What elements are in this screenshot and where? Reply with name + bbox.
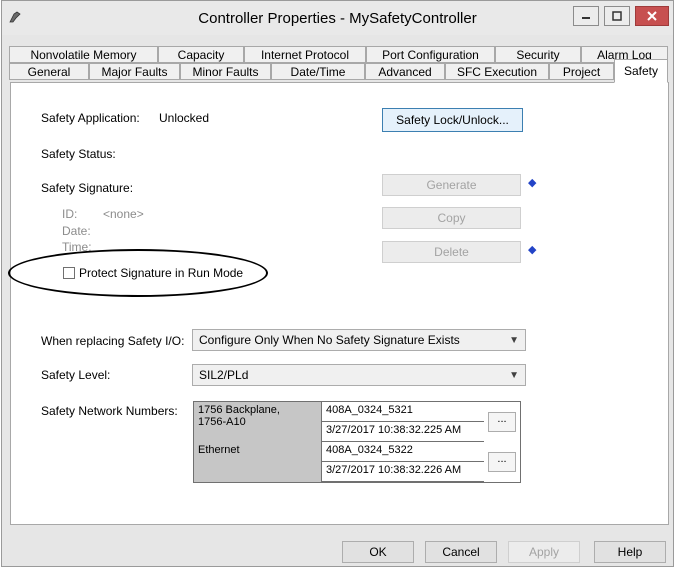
generate-button[interactable]: Generate [382, 174, 521, 196]
snn-timestamp-2: 3/27/2017 10:38:32.226 AM [321, 462, 484, 482]
replacing-safety-io-value: Configure Only When No Safety Signature … [199, 333, 460, 347]
tab-minor-faults[interactable]: Minor Faults [180, 63, 271, 80]
tab-project[interactable]: Project [549, 63, 614, 80]
close-icon [647, 11, 657, 21]
replacing-safety-io-select[interactable]: Configure Only When No Safety Signature … [192, 329, 526, 351]
tab-port-configuration[interactable]: Port Configuration [366, 46, 495, 63]
minimize-button[interactable] [573, 6, 599, 26]
chevron-down-icon: ▼ [509, 370, 519, 381]
safety-level-value: SIL2/PLd [199, 368, 249, 382]
replacing-safety-io-label: When replacing Safety I/O: [41, 334, 185, 348]
signature-date-label: Date: [62, 224, 91, 238]
signature-id-value: <none> [103, 207, 144, 221]
maximize-icon [612, 11, 622, 21]
controller-properties-window: Controller Properties - MySafetyControll… [1, 0, 674, 567]
close-button[interactable] [635, 6, 669, 26]
tab-date-time[interactable]: Date/Time [271, 63, 365, 80]
tab-capacity[interactable]: Capacity [158, 46, 244, 63]
tab-sfc-execution[interactable]: SFC Execution [445, 63, 549, 80]
snn-network-2: Ethernet [194, 442, 321, 482]
safety-level-select[interactable]: SIL2/PLd ▼ [192, 364, 526, 386]
tab-safety[interactable]: Safety [614, 59, 668, 83]
safety-level-label: Safety Level: [41, 368, 111, 382]
ok-button[interactable]: OK [342, 541, 414, 563]
delete-button[interactable]: Delete [382, 241, 521, 263]
apply-button[interactable]: Apply [508, 541, 580, 563]
minimize-icon [582, 17, 590, 19]
tab-security[interactable]: Security [495, 46, 581, 63]
delete-arrow-icon: ◆ [528, 244, 537, 256]
tab-internet-protocol[interactable]: Internet Protocol [244, 46, 366, 63]
highlight-ellipse [8, 249, 268, 297]
cancel-button[interactable]: Cancel [425, 541, 497, 563]
snn-browse-button-1[interactable]: ... [488, 412, 516, 432]
safety-signature-label: Safety Signature: [41, 181, 134, 195]
chevron-down-icon: ▼ [509, 335, 519, 346]
tab-nonvolatile-memory[interactable]: Nonvolatile Memory [9, 46, 158, 63]
tab-advanced[interactable]: Advanced [365, 63, 445, 80]
snn-network-1: 1756 Backplane, 1756-A10 [194, 402, 321, 442]
safety-application-label: Safety Application: [41, 111, 140, 125]
tab-major-faults[interactable]: Major Faults [89, 63, 180, 80]
snn-browse-button-2[interactable]: ... [488, 452, 516, 472]
safety-network-numbers-label: Safety Network Numbers: [41, 404, 178, 418]
snn-number-2[interactable]: 408A_0324_5322 [321, 442, 484, 462]
help-button[interactable]: Help [594, 541, 666, 563]
maximize-button[interactable] [604, 6, 630, 26]
copy-button[interactable]: Copy [382, 207, 521, 229]
safety-network-numbers-table: 1756 Backplane, 1756-A10 408A_0324_5321 … [193, 401, 521, 483]
tab-general[interactable]: General [9, 63, 89, 80]
signature-id-label: ID: [62, 207, 78, 221]
title-bar[interactable]: Controller Properties - MySafetyControll… [2, 1, 673, 35]
snn-number-1[interactable]: 408A_0324_5321 [321, 402, 484, 422]
snn-timestamp-1: 3/27/2017 10:38:32.225 AM [321, 422, 484, 442]
safety-lock-unlock-button[interactable]: Safety Lock/Unlock... [382, 108, 523, 132]
safety-application-value: Unlocked [159, 111, 210, 125]
safety-status-label: Safety Status: [41, 147, 116, 161]
generate-arrow-icon: ◆ [528, 177, 537, 189]
